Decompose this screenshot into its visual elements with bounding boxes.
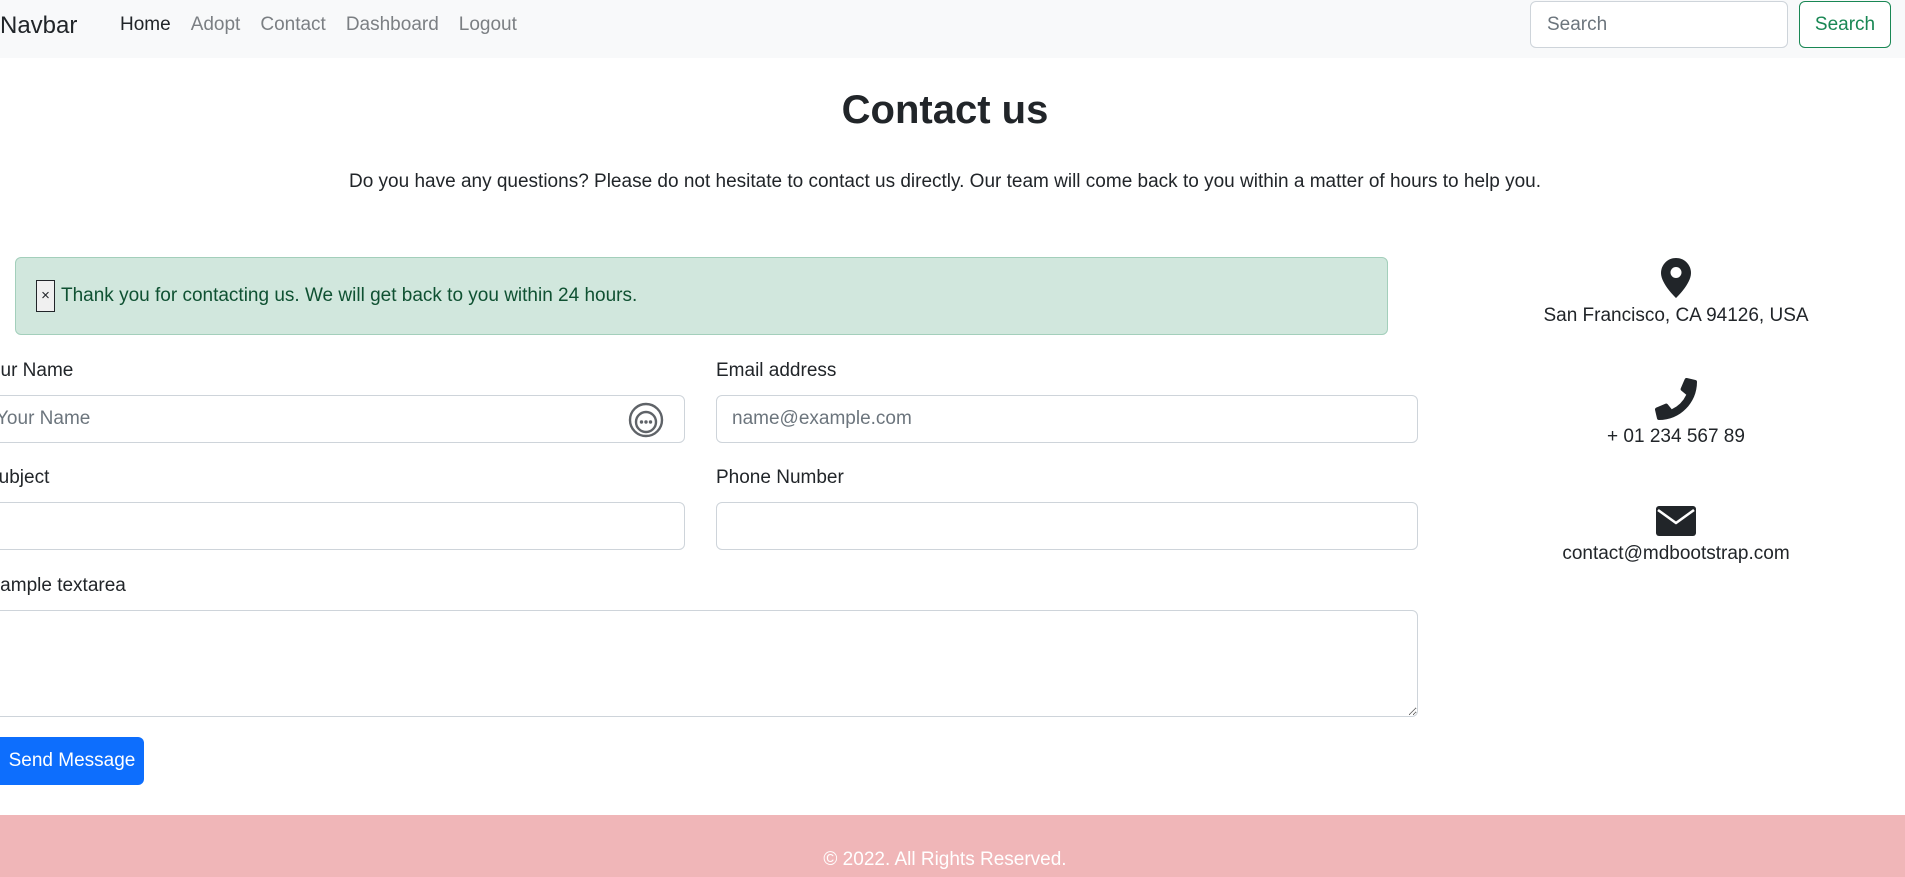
- search-input[interactable]: [1530, 1, 1788, 48]
- success-alert: × Thank you for contacting us. We will g…: [15, 257, 1388, 335]
- phone-info: + 01 234 567 89: [1476, 378, 1876, 448]
- close-alert-button[interactable]: ×: [36, 280, 55, 312]
- phone-icon: [1655, 378, 1697, 420]
- nav-link-dashboard[interactable]: Dashboard: [336, 14, 449, 36]
- subject-label: Subject: [0, 467, 50, 488]
- search-button[interactable]: Search: [1799, 1, 1891, 48]
- subject-input[interactable]: [0, 502, 685, 550]
- nav-link-adopt[interactable]: Adopt: [181, 14, 251, 36]
- send-message-button[interactable]: Send Message: [0, 737, 144, 785]
- navbar-brand[interactable]: Navbar: [0, 12, 77, 40]
- email-text: contact@mdbootstrap.com: [1562, 543, 1790, 564]
- page: Navbar Home Adopt Contact Dashboard Logo…: [0, 0, 1905, 877]
- name-label: Your Name: [0, 360, 74, 381]
- page-title: Contact us: [841, 88, 1049, 132]
- envelope-icon: [1656, 506, 1696, 536]
- email-input[interactable]: [716, 395, 1418, 443]
- phone-label: Phone Number: [716, 467, 844, 488]
- page-subtitle: Do you have any questions? Please do not…: [348, 171, 1541, 192]
- address-info: San Francisco, CA 94126, USA: [1476, 257, 1876, 327]
- name-input[interactable]: [0, 395, 685, 443]
- email-info: contact@mdbootstrap.com: [1476, 505, 1876, 565]
- address-text: San Francisco, CA 94126, USA: [1543, 305, 1809, 326]
- textarea-label: Example textarea: [0, 575, 126, 596]
- navbar: Navbar Home Adopt Contact Dashboard Logo…: [0, 0, 1905, 58]
- message-textarea[interactable]: [0, 610, 1418, 717]
- email-label: Email address: [716, 360, 837, 381]
- nav-link-home[interactable]: Home: [110, 14, 181, 36]
- phone-input[interactable]: [716, 502, 1418, 550]
- password-manager-icon[interactable]: [628, 402, 664, 438]
- map-marker-icon: [1661, 258, 1691, 298]
- nav-link-logout[interactable]: Logout: [449, 14, 527, 36]
- nav-link-contact[interactable]: Contact: [250, 14, 335, 36]
- alert-message: Thank you for contacting us. We will get…: [61, 285, 638, 306]
- nav-links: Home Adopt Contact Dashboard Logout: [110, 14, 527, 36]
- footer-copyright: © 2022. All Rights Reserved.: [823, 849, 1067, 870]
- phone-text: + 01 234 567 89: [1607, 426, 1745, 447]
- footer: © 2022. All Rights Reserved.: [0, 815, 1905, 877]
